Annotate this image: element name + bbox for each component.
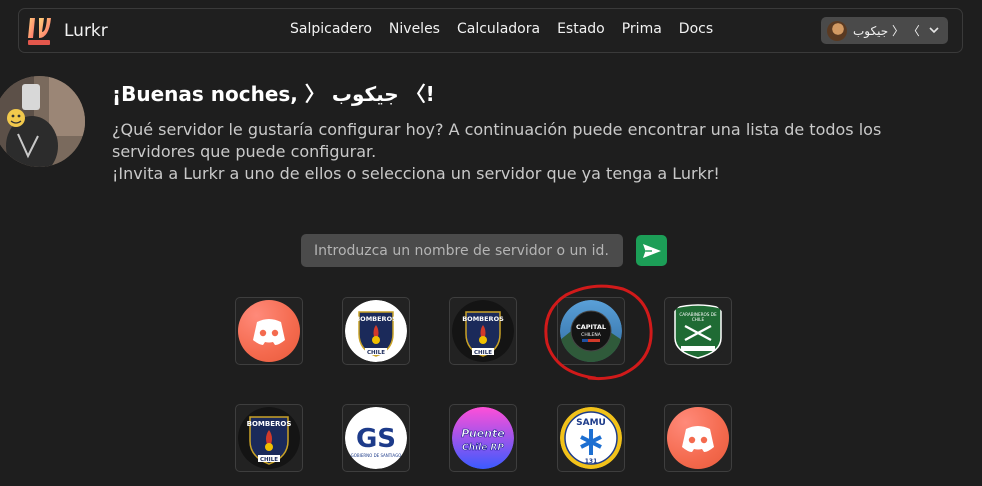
svg-text:Puente: Puente [461,427,505,440]
server-tile[interactable]: BOMBEROS CHILE [235,404,303,472]
carabineros-icon: CARABINEROS DE CHILE [667,300,729,362]
profile-photo-icon [0,76,85,167]
send-button[interactable] [636,235,667,266]
send-icon [642,243,661,258]
intro-text: ¿Qué servidor le gustaría configurar hoy… [112,119,962,185]
capital-chilena-icon: CAPITAL CHILENA [560,300,622,362]
gobierno-santiago-icon: GS GOBIERNO DE SANTIAGO [345,407,407,469]
nav-link-docs[interactable]: Docs [679,21,713,37]
server-tile[interactable]: BOMBEROS CHILE [342,297,410,365]
svg-text:CHILE: CHILE [474,350,492,356]
server-tile[interactable] [664,404,732,472]
server-tile[interactable]: SAMU 131 [557,404,625,472]
svg-text:CHILENA: CHILENA [581,332,602,338]
chevron-down-icon [929,27,939,34]
nav-link-dashboard[interactable]: Salpicadero [290,21,372,37]
top-navbar: Lurkr Salpicadero Niveles Calculadora Es… [18,8,963,53]
server-tile[interactable]: BOMBEROS CHILE [449,297,517,365]
profile-avatar [0,76,85,167]
brand-name: Lurkr [64,21,108,41]
puente-chile-rp-icon: Puente Chile RP [452,407,514,469]
bomberos-chile-dark-icon: BOMBEROS CHILE [452,300,514,362]
server-tile[interactable]: CARABINEROS DE CHILE [664,297,732,365]
bomberos-chile-icon: BOMBEROS CHILE [345,300,407,362]
samu-icon: SAMU 131 [560,407,622,469]
user-avatar [827,20,847,41]
brand[interactable]: Lurkr [27,15,108,47]
nav-link-premium[interactable]: Prima [622,21,662,37]
svg-text:GOBIERNO DE SANTIAGO: GOBIERNO DE SANTIAGO [351,453,402,458]
nav-link-status[interactable]: Estado [557,21,605,37]
discord-default-icon [238,300,300,362]
nav-link-levels[interactable]: Niveles [389,21,440,37]
nav-link-calculator[interactable]: Calculadora [457,21,540,37]
svg-text:CHILE: CHILE [367,350,385,356]
server-tile[interactable]: CAPITAL CHILENA [557,297,625,365]
svg-text:CHILE: CHILE [692,317,705,322]
discord-default-icon [667,407,729,469]
svg-text:BOMBEROS: BOMBEROS [355,315,397,323]
server-tile[interactable] [235,297,303,365]
svg-text:GS: GS [356,424,396,454]
server-tile[interactable]: Puente Chile RP [449,404,517,472]
svg-text:131: 131 [585,458,598,465]
lurkr-logo-icon [28,18,51,45]
bomberos-chile-icon: BOMBEROS CHILE [238,407,300,469]
nav-links: Salpicadero Niveles Calculadora Estado P… [290,21,730,37]
intro-line-1: ¿Qué servidor le gustaría configurar hoy… [112,120,882,161]
svg-text:BOMBEROS: BOMBEROS [247,420,292,428]
user-menu-button[interactable]: جيكوب 〉 〈 [821,17,948,44]
intro-line-2: ¡Invita a Lurkr a uno de ellos o selecci… [112,164,720,183]
svg-text:CAPITAL: CAPITAL [576,323,606,331]
svg-text:SAMU: SAMU [576,418,606,428]
server-tile[interactable]: GS GOBIERNO DE SANTIAGO [342,404,410,472]
svg-text:Chile RP: Chile RP [462,443,504,453]
svg-text:BOMBEROS: BOMBEROS [462,315,504,323]
server-search-input[interactable] [301,234,623,267]
user-name: جيكوب 〉 〈 [853,24,920,38]
page-title: ¡Buenas noches, 〉 جيكوب 〈! [112,82,435,106]
svg-text:CHILE: CHILE [260,457,278,463]
